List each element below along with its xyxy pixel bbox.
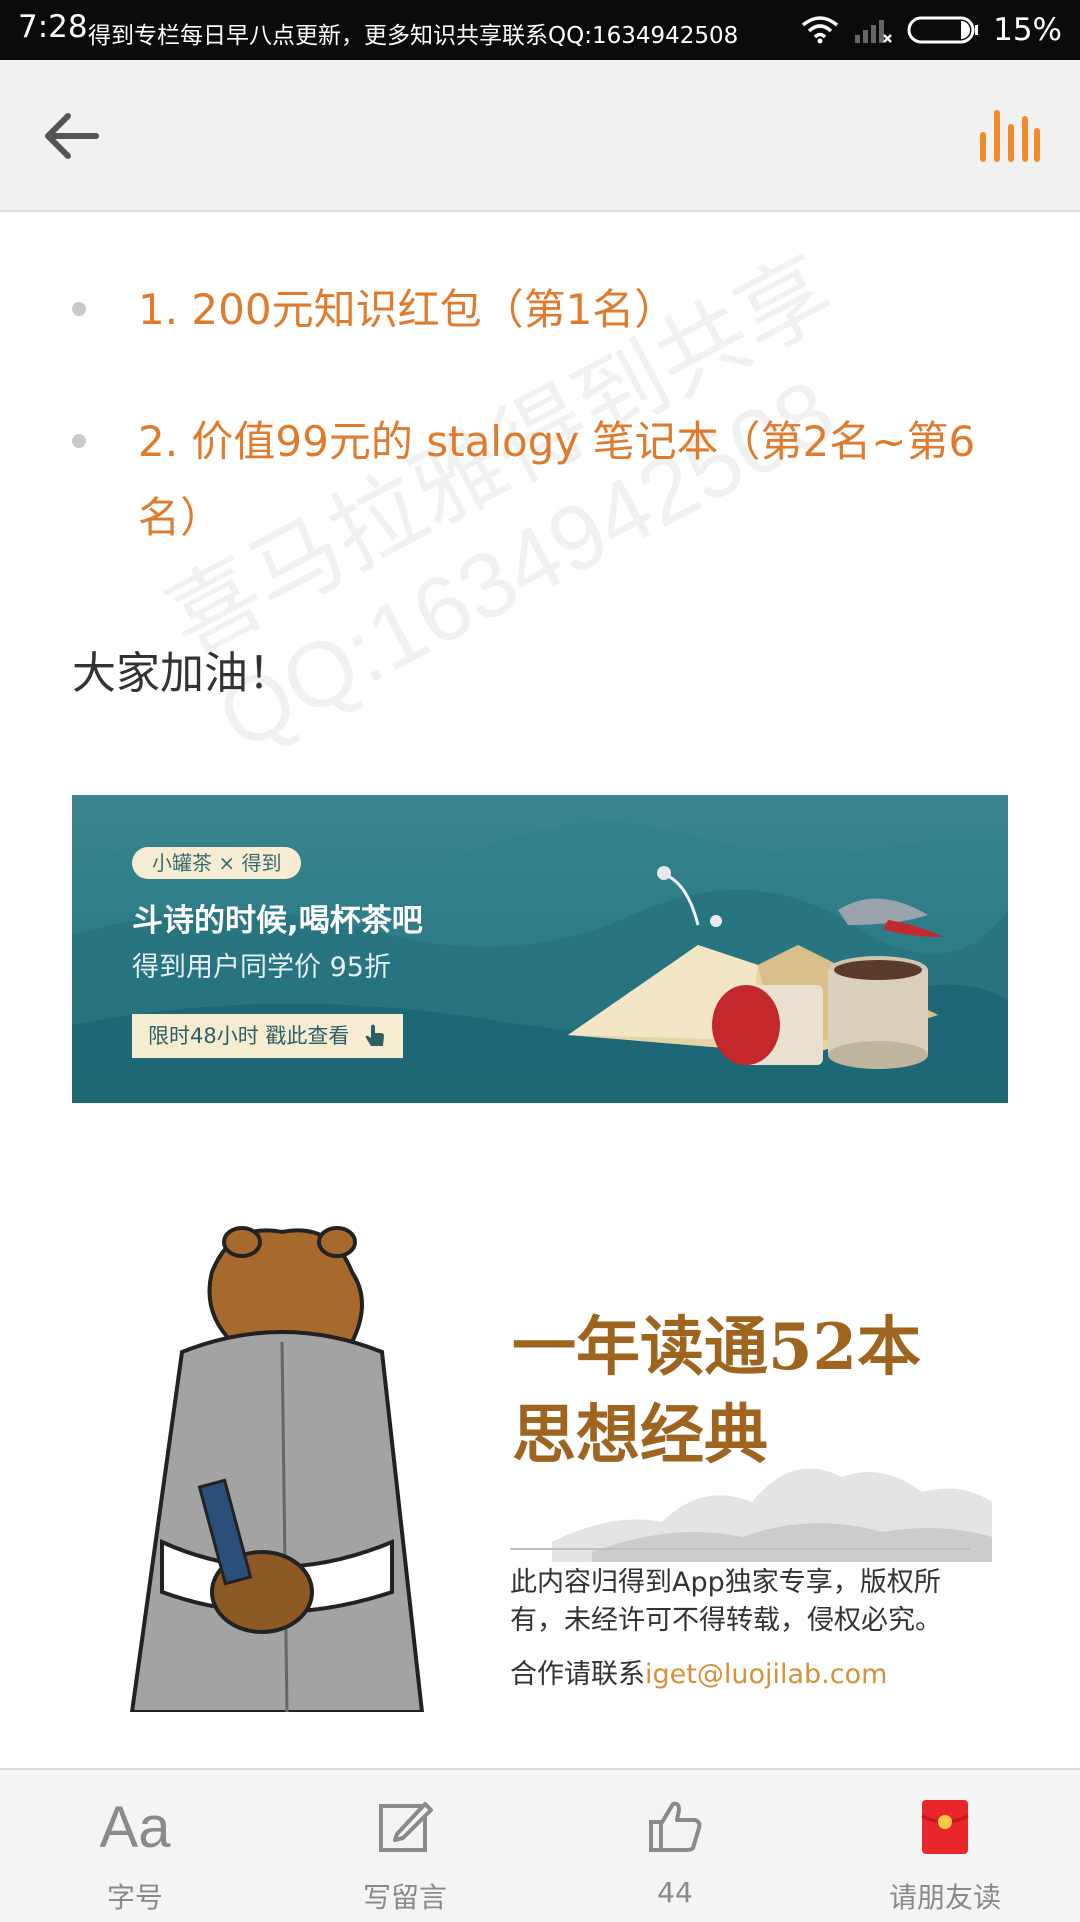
bullet-dot	[72, 434, 86, 448]
wifi-icon	[801, 16, 839, 44]
course-title: 一年读通52本 思想经典	[512, 1310, 922, 1473]
list-item: 1. 200元知识红包（第1名）	[72, 272, 1012, 348]
write-comment-label: 写留言	[362, 1881, 447, 1914]
thumbs-up-icon	[649, 1801, 702, 1852]
battery-percent: 15%	[993, 12, 1062, 48]
copyright-notice: 此内容归得到App独家专享，版权所有，未经许可不得转载，侵权必究。	[510, 1567, 942, 1636]
status-bar: 7:28 得到专栏每日早八点更新，更多知识共享联系QQ:1634942508 1…	[0, 0, 1080, 60]
back-button[interactable]	[38, 106, 106, 166]
edit-icon	[379, 1802, 433, 1852]
banner-subtitle: 得到用户同学价 95折	[132, 952, 391, 983]
back-arrow-icon	[45, 113, 99, 159]
red-envelope-icon	[921, 1800, 969, 1854]
status-icons: 15%	[801, 0, 1062, 60]
brand-tag: 小罐茶 × 得到	[132, 847, 302, 879]
font-size-label: 字号	[106, 1881, 163, 1914]
tea-product-illustration	[568, 866, 943, 1069]
banner-cta-button[interactable]: 限时48小时 戳此查看	[132, 1014, 404, 1058]
prize-list: 1. 200元知识红包（第1名） 2. 价值99元的 stalogy 笔记本（第…	[72, 272, 1012, 556]
battery-icon	[907, 16, 979, 44]
contact-email[interactable]: iget@luojilab.com	[645, 1659, 887, 1690]
write-comment-button[interactable]: 写留言	[305, 1770, 505, 1922]
bullet-dot	[72, 302, 86, 316]
status-notification-text: 得到专栏每日早八点更新，更多知识共享联系QQ:1634942508	[88, 23, 739, 49]
top-nav-bar	[0, 60, 1080, 212]
list-item-text: 2. 价值99元的 stalogy 笔记本（第2名~第6名）	[138, 417, 976, 542]
tap-hand-icon	[366, 1024, 385, 1046]
contact-prefix: 合作请联系	[510, 1659, 645, 1690]
closing-text: 大家加油！	[72, 648, 292, 699]
font-size-icon: Aa	[99, 1795, 171, 1860]
status-time: 7:28	[18, 9, 88, 45]
divider	[510, 1548, 970, 1550]
bear-illustration	[129, 1226, 425, 1712]
course-banner[interactable]: 一年读通52本 思想经典 此内容归得到App独家专享，版权所有，未经许可不得转载…	[72, 1212, 1008, 1712]
banner-cta-label: 限时48小时 戳此查看	[148, 1024, 350, 1048]
share-to-friend-button[interactable]: 请朋友读	[845, 1770, 1045, 1922]
font-size-button[interactable]: Aa 字号	[35, 1770, 235, 1922]
audio-bars-icon	[980, 110, 1040, 162]
like-button[interactable]: 44	[575, 1770, 775, 1922]
bottom-toolbar: Aa 字号 写留言 44 请朋友读	[0, 1768, 1080, 1922]
cell-signal-icon	[855, 20, 892, 43]
contact-line: 合作请联系iget@luojilab.com	[510, 1652, 887, 1691]
banner-title: 斗诗的时候,喝杯茶吧	[132, 903, 423, 939]
list-item-text: 1. 200元知识红包（第1名）	[138, 285, 677, 334]
tea-ad-banner[interactable]: 小罐茶 × 得到 斗诗的时候,喝杯茶吧 得到用户同学价 95折 限时48小时 戳…	[72, 795, 1008, 1103]
like-count: 44	[657, 1876, 693, 1909]
list-item: 2. 价值99元的 stalogy 笔记本（第2名~第6名）	[72, 404, 1012, 556]
audio-button[interactable]	[978, 106, 1040, 166]
article-content: 喜马拉雅得到共享 QQ:1634942508 1. 200元知识红包（第1名） …	[0, 212, 1080, 1768]
share-to-friend-label: 请朋友读	[888, 1881, 1001, 1914]
